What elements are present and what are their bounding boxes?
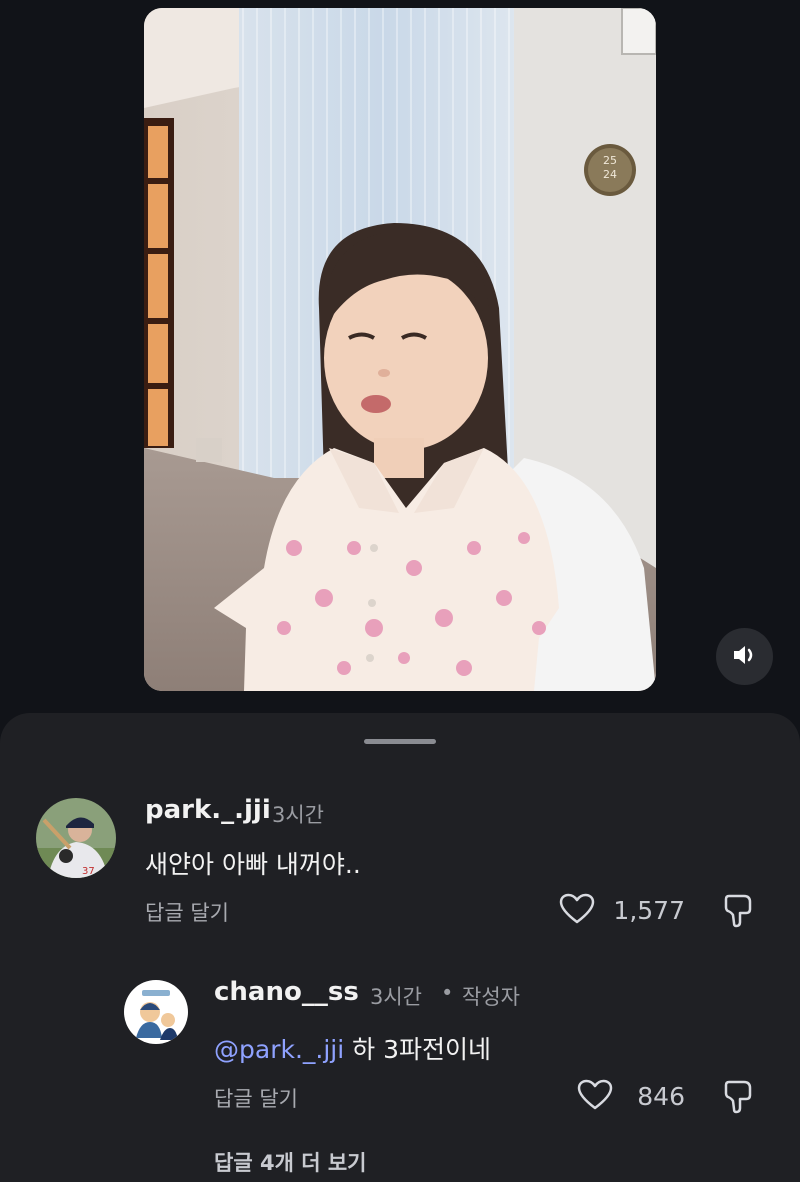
dislike-icon[interactable] [722, 893, 754, 933]
avatar[interactable]: 37 [36, 798, 116, 878]
reply-avatar[interactable] [124, 980, 188, 1044]
svg-text:37: 37 [82, 866, 95, 877]
video-frame: 25 24 [144, 8, 656, 691]
reply-text-line: @park._.jji 하 3파전이네 [214, 1030, 491, 1066]
reply-username[interactable]: chano__ss [214, 977, 359, 1007]
dislike-icon[interactable] [722, 1079, 754, 1119]
sheet-drag-handle[interactable] [364, 739, 436, 744]
author-badge: 작성자 [462, 985, 520, 1009]
volume-icon [732, 644, 758, 670]
clock-top: 25 [603, 154, 617, 167]
heart-icon[interactable] [559, 893, 595, 929]
clock-bottom: 24 [603, 168, 617, 181]
video-player[interactable]: 25 24 [144, 8, 656, 691]
reply-time: 3시간 [370, 985, 423, 1009]
like-count: 1,577 [613, 896, 685, 925]
mute-button[interactable] [716, 628, 773, 685]
view-more-replies-button[interactable]: 답글 4개 더 보기 [214, 1147, 366, 1177]
heart-icon[interactable] [577, 1079, 613, 1115]
reply-button[interactable]: 답글 달기 [145, 897, 229, 927]
reply-reply-button[interactable]: 답글 달기 [214, 1083, 298, 1113]
comments-sheet: 37 park._.jji 3시간 새얀아 아빠 내꺼야.. 답글 달기 1,5… [0, 713, 800, 1182]
comment-username[interactable]: park._.jji [145, 795, 271, 825]
comment-time: 3시간 [272, 803, 325, 827]
mention-link[interactable]: @park._.jji [214, 1035, 344, 1064]
reply-like-count: 846 [637, 1082, 685, 1111]
reply-text: 하 3파전이네 [344, 1035, 491, 1064]
meta-separator: • [441, 981, 454, 1005]
comment-text: 새얀아 아빠 내꺼야.. [145, 850, 361, 879]
